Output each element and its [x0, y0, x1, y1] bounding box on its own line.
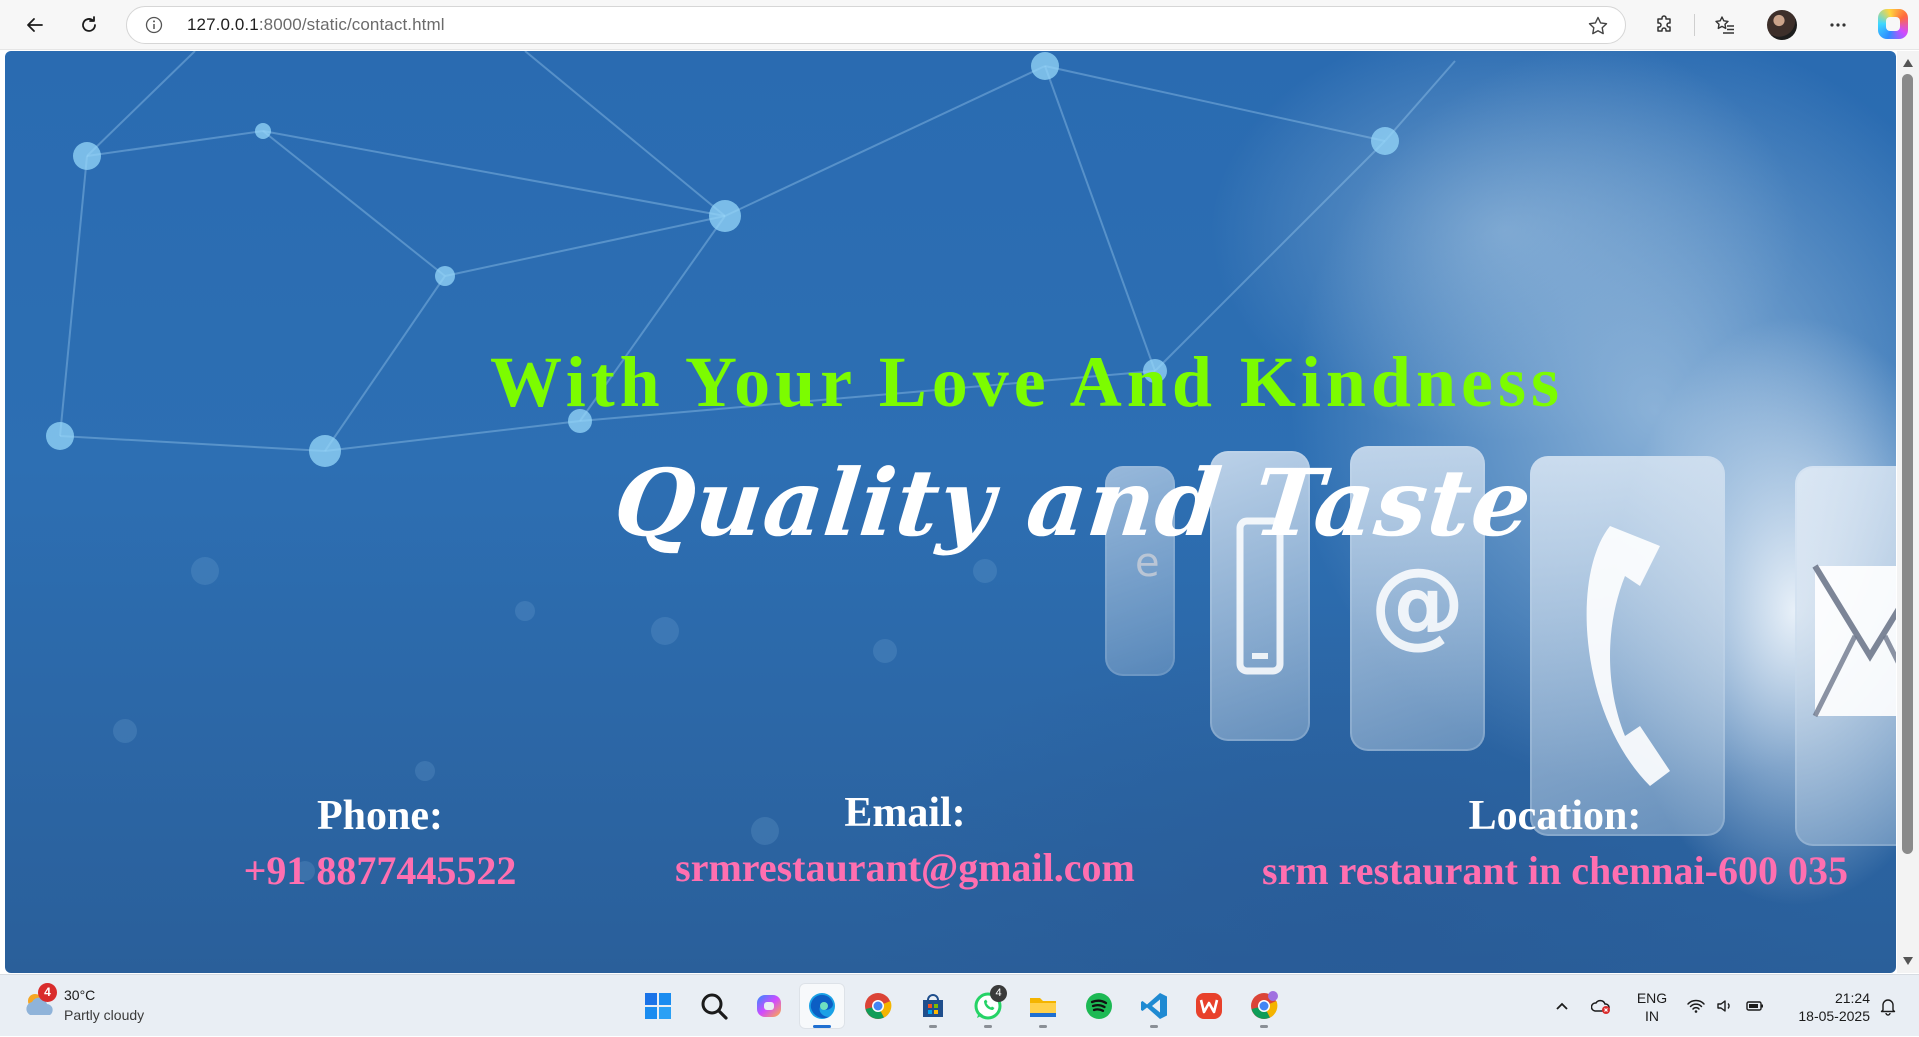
location-value[interactable]: srm restaurant in chennai-600 035: [1255, 841, 1855, 901]
cloud-error-icon: [1591, 999, 1610, 1014]
chrome-app[interactable]: [855, 983, 901, 1029]
contact-email: Email: srmrestaurant@gmail.com: [635, 788, 1175, 898]
envelope-icon: [1812, 564, 1896, 718]
email-label: Email:: [844, 790, 966, 836]
search-button[interactable]: [691, 983, 737, 1029]
search-icon: [701, 993, 728, 1020]
vscode-app[interactable]: [1131, 983, 1177, 1029]
vscode-icon: [1141, 993, 1167, 1019]
envelope-tile: [1795, 466, 1896, 846]
clock-date: 18-05-2025: [1798, 1008, 1870, 1024]
page-subtitle: Quality and Taste: [609, 449, 1538, 557]
show-hidden-icons[interactable]: [1552, 975, 1572, 1037]
running-indicator: [984, 1025, 992, 1028]
weather-widget[interactable]: 4 30°C Partly cloudy: [22, 983, 182, 1029]
wifi-icon: [1687, 999, 1705, 1013]
edge-icon: [809, 993, 835, 1019]
spotify-icon: [1086, 993, 1112, 1019]
weather-condition: Partly cloudy: [64, 1007, 145, 1023]
running-indicator: [1150, 1025, 1158, 1028]
favorites-button[interactable]: [1710, 10, 1740, 40]
site-info-icon[interactable]: [145, 16, 163, 34]
windows-icon: [645, 993, 671, 1019]
chrome-icon: [865, 993, 892, 1019]
copilot-app[interactable]: [746, 983, 792, 1029]
active-indicator: [813, 1025, 831, 1028]
copilot-icon: [757, 995, 781, 1017]
extensions-button[interactable]: [1650, 10, 1680, 40]
running-indicator: [1260, 1025, 1268, 1028]
more-options-button[interactable]: [1823, 10, 1853, 40]
copilot-icon[interactable]: [1878, 9, 1908, 39]
svg-text:@: @: [1370, 549, 1465, 659]
favorite-star-icon[interactable]: [1587, 15, 1609, 37]
weather-temperature: 30°C: [64, 987, 96, 1003]
address-bar[interactable]: 127.0.0.1:8000/static/contact.html: [126, 6, 1626, 44]
url-host: 127.0.0.1: [187, 15, 259, 34]
chrome-profile-app[interactable]: [1241, 983, 1287, 1029]
spotify-app[interactable]: [1076, 983, 1122, 1029]
running-indicator: [1039, 1025, 1047, 1028]
weather-badge: 4: [38, 983, 57, 1002]
running-indicator: [929, 1025, 937, 1028]
language-code: ENG: [1636, 990, 1668, 1006]
store-icon: [923, 994, 943, 1017]
phone-tile: [1530, 456, 1725, 836]
back-button[interactable]: [18, 8, 52, 42]
battery-icon: [1746, 1001, 1763, 1011]
folder-icon: [1030, 998, 1056, 1017]
notification-center[interactable]: [1878, 975, 1898, 1037]
wps-office-app[interactable]: [1186, 983, 1232, 1029]
chrome-icon: [1251, 991, 1278, 1019]
file-explorer-app[interactable]: [1020, 983, 1066, 1029]
notification-bell-icon: [1880, 999, 1896, 1016]
favorites-list-icon: [1715, 16, 1734, 34]
edge-app[interactable]: [799, 983, 845, 1029]
refresh-button[interactable]: [72, 8, 106, 42]
url-path: :8000/static/contact.html: [258, 15, 445, 34]
wps-icon: [1196, 993, 1222, 1019]
contact-phone: Phone: +91 8877445522: [220, 791, 540, 901]
whatsapp-badge: 4: [990, 985, 1007, 1002]
profile-avatar[interactable]: [1767, 10, 1797, 40]
clock-time: 21:24: [1834, 990, 1870, 1006]
battery-status[interactable]: [1745, 975, 1765, 1037]
speaker-icon: [1717, 1000, 1730, 1012]
back-arrow-icon: [27, 18, 43, 32]
system-clock[interactable]: 21:24 18-05-2025: [1780, 989, 1870, 1025]
wifi-status[interactable]: [1686, 975, 1706, 1037]
more-options-icon: [1830, 23, 1846, 27]
whatsapp-app[interactable]: 4: [965, 983, 1011, 1029]
page-headline: With Your Love And Kindness: [490, 342, 1564, 422]
region-code: IN: [1645, 1008, 1659, 1024]
url-text[interactable]: 127.0.0.1:8000/static/contact.html: [187, 7, 445, 43]
phone-label: Phone:: [317, 793, 443, 839]
refresh-icon: [82, 16, 96, 32]
toolbar-divider: [1694, 14, 1695, 36]
location-label: Location:: [1468, 793, 1642, 839]
onedrive-status[interactable]: [1591, 975, 1611, 1037]
scroll-up-icon[interactable]: [1901, 57, 1915, 69]
extensions-icon: [1657, 15, 1671, 32]
email-value[interactable]: srmrestaurant@gmail.com: [635, 838, 1175, 898]
page-viewport: e @ With Your Love And Kindness Quality …: [5, 51, 1896, 973]
telephone-icon: [1586, 526, 1670, 786]
start-button[interactable]: [635, 983, 681, 1029]
windows-taskbar: 4 30°C Partly cloudy 4 ENG IN 21:24 18-0…: [0, 974, 1919, 1036]
page-scrollbar[interactable]: [1897, 51, 1919, 973]
chevron-up-icon: [1556, 1002, 1568, 1010]
store-app[interactable]: [910, 983, 956, 1029]
contact-location: Location: srm restaurant in chennai-600 …: [1255, 791, 1855, 901]
volume-status[interactable]: [1715, 975, 1735, 1037]
phone-value[interactable]: +91 8877445522: [220, 841, 540, 901]
scrollbar-thumb[interactable]: [1902, 74, 1913, 854]
browser-toolbar: 127.0.0.1:8000/static/contact.html: [0, 0, 1919, 50]
scroll-down-icon[interactable]: [1901, 955, 1915, 967]
language-indicator[interactable]: ENG IN: [1632, 989, 1672, 1025]
